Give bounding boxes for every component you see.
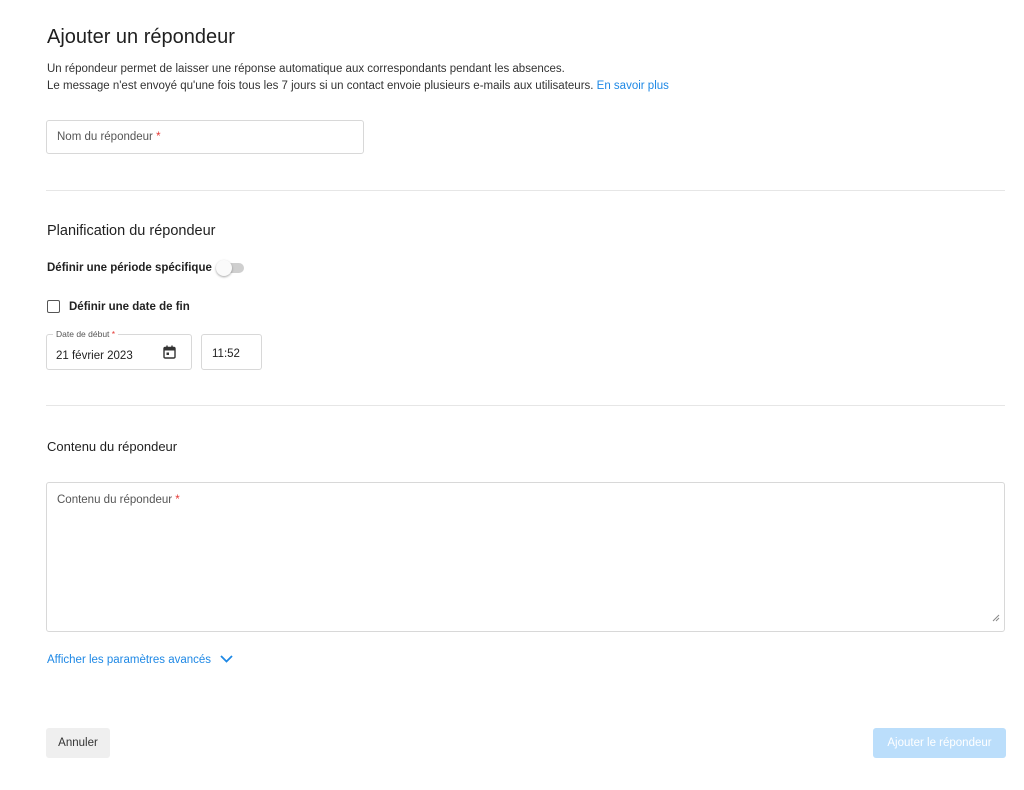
end-date-label: Définir une date de fin	[69, 300, 190, 313]
add-autoresponder-page: Ajouter un répondeur Un répondeur permet…	[0, 0, 1024, 790]
advanced-settings-toggle[interactable]: Afficher les paramètres avancés	[47, 654, 233, 666]
page-title: Ajouter un répondeur	[47, 26, 235, 48]
end-date-row: Définir une date de fin	[47, 300, 190, 313]
toggle-knob	[215, 260, 232, 276]
schedule-section-title: Planification du répondeur	[47, 223, 216, 239]
responder-content-textarea[interactable]: Contenu du répondeur *	[46, 482, 1005, 632]
responder-content-label: Contenu du répondeur	[57, 494, 173, 506]
section-divider	[46, 190, 1005, 191]
add-responder-button[interactable]: Ajouter le répondeur	[873, 728, 1006, 758]
calendar-icon[interactable]	[163, 345, 176, 364]
start-date-value: 21 février 2023	[56, 350, 133, 362]
description-line-1: Un répondeur permet de laisser une répon…	[47, 63, 565, 75]
advanced-settings-label: Afficher les paramètres avancés	[47, 654, 212, 666]
responder-name-label: Nom du répondeur	[57, 131, 153, 143]
description-line-2: Le message n'est envoyé qu'une fois tous…	[47, 78, 669, 95]
start-time-value: 11:52	[212, 348, 240, 360]
required-mark: *	[111, 329, 116, 339]
responder-name-placeholder: Nom du répondeur *	[57, 131, 161, 143]
start-time-field[interactable]: 11:52	[201, 334, 262, 370]
cancel-button[interactable]: Annuler	[46, 728, 110, 758]
required-mark: *	[156, 131, 161, 143]
start-date-label: Date de début *	[53, 329, 119, 339]
content-section-title: Contenu du répondeur	[47, 439, 178, 454]
specific-period-toggle[interactable]	[215, 260, 244, 276]
responder-content-placeholder: Contenu du répondeur *	[57, 494, 180, 506]
section-divider	[46, 405, 1005, 406]
resize-handle-icon[interactable]	[992, 609, 1000, 627]
start-date-label-text: Date de début	[56, 329, 110, 339]
description-line-2-text: Le message n'est envoyé qu'une fois tous…	[47, 80, 594, 92]
start-date-field[interactable]: Date de début * 21 février 2023	[46, 329, 192, 370]
specific-period-row: Définir une période spécifique	[47, 260, 244, 276]
page-description: Un répondeur permet de laisser une répon…	[47, 61, 669, 95]
specific-period-label: Définir une période spécifique	[47, 262, 212, 274]
responder-name-input[interactable]: Nom du répondeur *	[46, 120, 364, 154]
learn-more-link[interactable]: En savoir plus	[597, 80, 669, 92]
required-mark: *	[175, 494, 180, 506]
chevron-down-icon	[220, 654, 233, 666]
end-date-checkbox[interactable]	[47, 300, 60, 313]
